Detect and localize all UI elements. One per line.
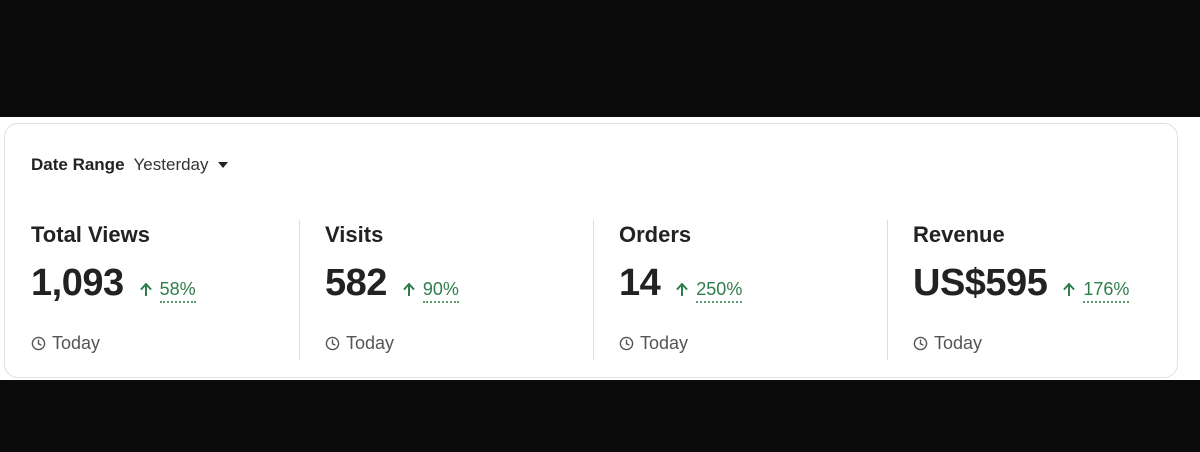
metric-value-row: 1,093 58% — [31, 262, 196, 305]
clock-icon — [31, 336, 46, 351]
date-range-dropdown[interactable]: Date Range Yesterday — [31, 155, 228, 175]
metric-value-row: US$595 176% — [913, 262, 1130, 305]
metric-visits: Visits 582 90% Today — [299, 220, 593, 360]
arrow-up-icon — [403, 283, 415, 296]
arrow-up-icon — [676, 283, 688, 296]
change-indicator: 90% — [403, 279, 459, 303]
arrow-up-icon — [140, 283, 152, 296]
date-range-label: Date Range — [31, 155, 125, 174]
metric-revenue: Revenue US$595 176% Today — [887, 220, 1181, 360]
metric-value: US$595 — [913, 262, 1048, 304]
metric-divider — [593, 220, 594, 360]
arrow-up-icon — [1063, 283, 1075, 296]
change-percent[interactable]: 250% — [696, 279, 743, 303]
metric-divider — [887, 220, 888, 360]
metric-footer-text: Today — [640, 333, 689, 353]
change-indicator: 176% — [1063, 279, 1130, 303]
change-indicator: 250% — [676, 279, 743, 303]
change-indicator: 58% — [140, 279, 196, 303]
clock-icon — [913, 336, 928, 351]
metric-label: Total Views — [31, 222, 151, 247]
metric-footer: Today — [913, 333, 982, 354]
change-percent[interactable]: 176% — [1083, 279, 1130, 303]
date-range-value[interactable]: Yesterday — [134, 155, 209, 175]
metric-label: Visits — [325, 222, 384, 247]
metric-orders: Orders 14 250% Today — [593, 220, 887, 360]
top-letterbox — [0, 0, 1200, 117]
clock-icon — [325, 336, 340, 351]
metric-total-views: Total Views 1,093 58% Today — [5, 220, 299, 360]
metric-footer-text: Today — [934, 333, 983, 353]
metrics-row: Total Views 1,093 58% Today Visits 582 9… — [5, 220, 1179, 360]
metric-value: 14 — [619, 262, 661, 304]
change-percent[interactable]: 58% — [159, 279, 196, 303]
caret-down-icon[interactable] — [217, 162, 228, 168]
clock-icon — [619, 336, 634, 351]
metric-value-row: 582 90% — [325, 262, 459, 305]
stats-card: Date Range Yesterday Total Views 1,093 5… — [4, 123, 1178, 378]
metric-footer-text: Today — [346, 333, 395, 353]
bottom-letterbox — [0, 380, 1200, 452]
metric-label: Revenue — [913, 222, 1005, 247]
metric-footer: Today — [31, 333, 100, 354]
stats-panel: Date Range Yesterday Total Views 1,093 5… — [0, 117, 1200, 380]
change-percent[interactable]: 90% — [422, 279, 459, 303]
metric-value: 1,093 — [31, 262, 124, 304]
metric-divider — [299, 220, 300, 360]
metric-footer: Today — [325, 333, 394, 354]
metric-label: Orders — [619, 222, 692, 247]
metric-value-row: 14 250% — [619, 262, 743, 305]
metric-footer: Today — [619, 333, 688, 354]
metric-value: 582 — [325, 262, 387, 304]
metric-footer-text: Today — [52, 333, 101, 353]
